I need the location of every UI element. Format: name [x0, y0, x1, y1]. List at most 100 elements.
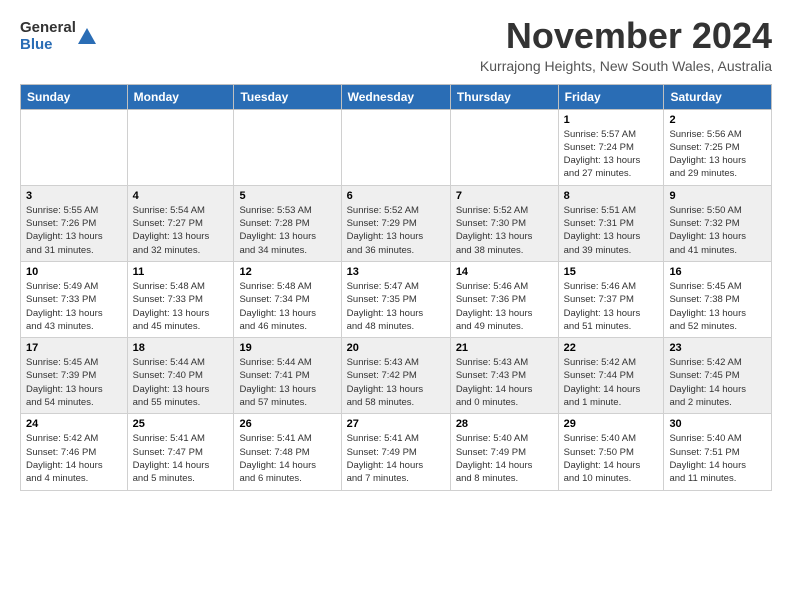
- calendar-cell: [127, 109, 234, 185]
- day-number: 5: [239, 190, 335, 202]
- calendar-cell: 21 Sunrise: 5:43 AM Sunset: 7:43 PM Dayli…: [450, 338, 558, 414]
- calendar-cell: 16 Sunrise: 5:45 AM Sunset: 7:38 PM Dayli…: [664, 261, 772, 337]
- day-number: 12: [239, 266, 335, 278]
- logo-blue: Blue: [20, 37, 76, 54]
- day-number: 17: [26, 342, 122, 354]
- calendar-cell: 4 Sunrise: 5:54 AM Sunset: 7:27 PM Daylig…: [127, 185, 234, 261]
- calendar-cell: 29Sunrise: 5:40 AM Sunset: 7:50 PM Dayli…: [558, 414, 664, 490]
- day-info: Sunrise: 5:55 AM Sunset: 7:26 PM Dayligh…: [26, 204, 122, 257]
- day-info: Sunrise: 5:42 AM Sunset: 7:45 PM Dayligh…: [669, 356, 766, 409]
- day-info: Sunrise: 5:45 AM Sunset: 7:39 PM Dayligh…: [26, 356, 122, 409]
- calendar-week-5: 24 Sunrise: 5:42 AM Sunset: 7:46 PM Dayli…: [21, 414, 772, 490]
- calendar-cell: 30 Sunrise: 5:40 AM Sunset: 7:51 PM Dayli…: [664, 414, 772, 490]
- calendar-cell: 10Sunrise: 5:49 AM Sunset: 7:33 PM Dayli…: [21, 261, 128, 337]
- calendar-cell: 6Sunrise: 5:52 AM Sunset: 7:29 PM Daylig…: [341, 185, 450, 261]
- calendar-cell: [21, 109, 128, 185]
- weekday-header-monday: Monday: [127, 84, 234, 109]
- day-info: Sunrise: 5:46 AM Sunset: 7:37 PM Dayligh…: [564, 280, 659, 333]
- day-number: 10: [26, 266, 122, 278]
- day-info: Sunrise: 5:43 AM Sunset: 7:42 PM Dayligh…: [347, 356, 445, 409]
- weekday-header-thursday: Thursday: [450, 84, 558, 109]
- day-info: Sunrise: 5:41 AM Sunset: 7:49 PM Dayligh…: [347, 432, 445, 485]
- day-number: 16: [669, 266, 766, 278]
- day-info: Sunrise: 5:50 AM Sunset: 7:32 PM Dayligh…: [669, 204, 766, 257]
- day-info: Sunrise: 5:53 AM Sunset: 7:28 PM Dayligh…: [239, 204, 335, 257]
- logo-general: General: [20, 20, 76, 37]
- day-info: Sunrise: 5:42 AM Sunset: 7:46 PM Dayligh…: [26, 432, 122, 485]
- calendar-cell: 15 Sunrise: 5:46 AM Sunset: 7:37 PM Dayli…: [558, 261, 664, 337]
- calendar-cell: 23Sunrise: 5:42 AM Sunset: 7:45 PM Dayli…: [664, 338, 772, 414]
- weekday-header-wednesday: Wednesday: [341, 84, 450, 109]
- day-info: Sunrise: 5:40 AM Sunset: 7:49 PM Dayligh…: [456, 432, 553, 485]
- calendar-cell: 12Sunrise: 5:48 AM Sunset: 7:34 PM Dayli…: [234, 261, 341, 337]
- logo: General Blue: [20, 20, 98, 53]
- weekday-header-tuesday: Tuesday: [234, 84, 341, 109]
- day-number: 2: [669, 114, 766, 126]
- day-info: Sunrise: 5:45 AM Sunset: 7:38 PM Dayligh…: [669, 280, 766, 333]
- calendar-cell: [341, 109, 450, 185]
- calendar-cell: 8 Sunrise: 5:51 AM Sunset: 7:31 PM Daylig…: [558, 185, 664, 261]
- day-number: 27: [347, 418, 445, 430]
- calendar-cell: [234, 109, 341, 185]
- calendar-cell: 14Sunrise: 5:46 AM Sunset: 7:36 PM Dayli…: [450, 261, 558, 337]
- day-info: Sunrise: 5:56 AM Sunset: 7:25 PM Dayligh…: [669, 128, 766, 181]
- calendar-cell: 20 Sunrise: 5:43 AM Sunset: 7:42 PM Dayli…: [341, 338, 450, 414]
- day-number: 24: [26, 418, 122, 430]
- calendar-cell: 22 Sunrise: 5:42 AM Sunset: 7:44 PM Dayli…: [558, 338, 664, 414]
- day-info: Sunrise: 5:42 AM Sunset: 7:44 PM Dayligh…: [564, 356, 659, 409]
- calendar-cell: 26Sunrise: 5:41 AM Sunset: 7:48 PM Dayli…: [234, 414, 341, 490]
- calendar-cell: 25Sunrise: 5:41 AM Sunset: 7:47 PM Dayli…: [127, 414, 234, 490]
- calendar-cell: 27 Sunrise: 5:41 AM Sunset: 7:49 PM Dayli…: [341, 414, 450, 490]
- calendar-cell: 19 Sunrise: 5:44 AM Sunset: 7:41 PM Dayli…: [234, 338, 341, 414]
- day-number: 14: [456, 266, 553, 278]
- calendar-cell: 3Sunrise: 5:55 AM Sunset: 7:26 PM Daylig…: [21, 185, 128, 261]
- weekday-header-sunday: Sunday: [21, 84, 128, 109]
- calendar-week-2: 3Sunrise: 5:55 AM Sunset: 7:26 PM Daylig…: [21, 185, 772, 261]
- day-info: Sunrise: 5:48 AM Sunset: 7:33 PM Dayligh…: [133, 280, 229, 333]
- calendar-cell: 5 Sunrise: 5:53 AM Sunset: 7:28 PM Daylig…: [234, 185, 341, 261]
- day-number: 15: [564, 266, 659, 278]
- day-info: Sunrise: 5:41 AM Sunset: 7:47 PM Dayligh…: [133, 432, 229, 485]
- day-number: 9: [669, 190, 766, 202]
- calendar-cell: 1 Sunrise: 5:57 AM Sunset: 7:24 PM Daylig…: [558, 109, 664, 185]
- day-number: 20: [347, 342, 445, 354]
- calendar-cell: 24 Sunrise: 5:42 AM Sunset: 7:46 PM Dayli…: [21, 414, 128, 490]
- calendar-cell: 11Sunrise: 5:48 AM Sunset: 7:33 PM Dayli…: [127, 261, 234, 337]
- calendar-cell: 9 Sunrise: 5:50 AM Sunset: 7:32 PM Daylig…: [664, 185, 772, 261]
- day-number: 19: [239, 342, 335, 354]
- calendar-cell: 2 Sunrise: 5:56 AM Sunset: 7:25 PM Daylig…: [664, 109, 772, 185]
- day-number: 6: [347, 190, 445, 202]
- calendar-cell: 17 Sunrise: 5:45 AM Sunset: 7:39 PM Dayli…: [21, 338, 128, 414]
- calendar-week-3: 10Sunrise: 5:49 AM Sunset: 7:33 PM Dayli…: [21, 261, 772, 337]
- day-number: 22: [564, 342, 659, 354]
- day-number: 7: [456, 190, 553, 202]
- location: Kurrajong Heights, New South Wales, Aust…: [480, 58, 772, 74]
- day-number: 30: [669, 418, 766, 430]
- day-info: Sunrise: 5:40 AM Sunset: 7:51 PM Dayligh…: [669, 432, 766, 485]
- weekday-header-friday: Friday: [558, 84, 664, 109]
- day-info: Sunrise: 5:51 AM Sunset: 7:31 PM Dayligh…: [564, 204, 659, 257]
- calendar-week-1: 1 Sunrise: 5:57 AM Sunset: 7:24 PM Daylig…: [21, 109, 772, 185]
- day-number: 21: [456, 342, 553, 354]
- calendar-cell: 28 Sunrise: 5:40 AM Sunset: 7:49 PM Dayli…: [450, 414, 558, 490]
- day-number: 1: [564, 114, 659, 126]
- weekday-header-saturday: Saturday: [664, 84, 772, 109]
- day-number: 4: [133, 190, 229, 202]
- weekday-header-row: SundayMondayTuesdayWednesdayThursdayFrid…: [21, 84, 772, 109]
- day-info: Sunrise: 5:43 AM Sunset: 7:43 PM Dayligh…: [456, 356, 553, 409]
- logo-icon: [76, 26, 98, 48]
- page-header: General Blue November 2024 Kurrajong Hei…: [20, 16, 772, 74]
- calendar-cell: [450, 109, 558, 185]
- day-info: Sunrise: 5:54 AM Sunset: 7:27 PM Dayligh…: [133, 204, 229, 257]
- calendar-table: SundayMondayTuesdayWednesdayThursdayFrid…: [20, 84, 772, 491]
- month-title: November 2024: [480, 16, 772, 56]
- day-info: Sunrise: 5:40 AM Sunset: 7:50 PM Dayligh…: [564, 432, 659, 485]
- day-number: 28: [456, 418, 553, 430]
- day-info: Sunrise: 5:57 AM Sunset: 7:24 PM Dayligh…: [564, 128, 659, 181]
- day-info: Sunrise: 5:44 AM Sunset: 7:40 PM Dayligh…: [133, 356, 229, 409]
- day-number: 8: [564, 190, 659, 202]
- day-info: Sunrise: 5:44 AM Sunset: 7:41 PM Dayligh…: [239, 356, 335, 409]
- calendar-cell: 7Sunrise: 5:52 AM Sunset: 7:30 PM Daylig…: [450, 185, 558, 261]
- day-number: 26: [239, 418, 335, 430]
- day-number: 18: [133, 342, 229, 354]
